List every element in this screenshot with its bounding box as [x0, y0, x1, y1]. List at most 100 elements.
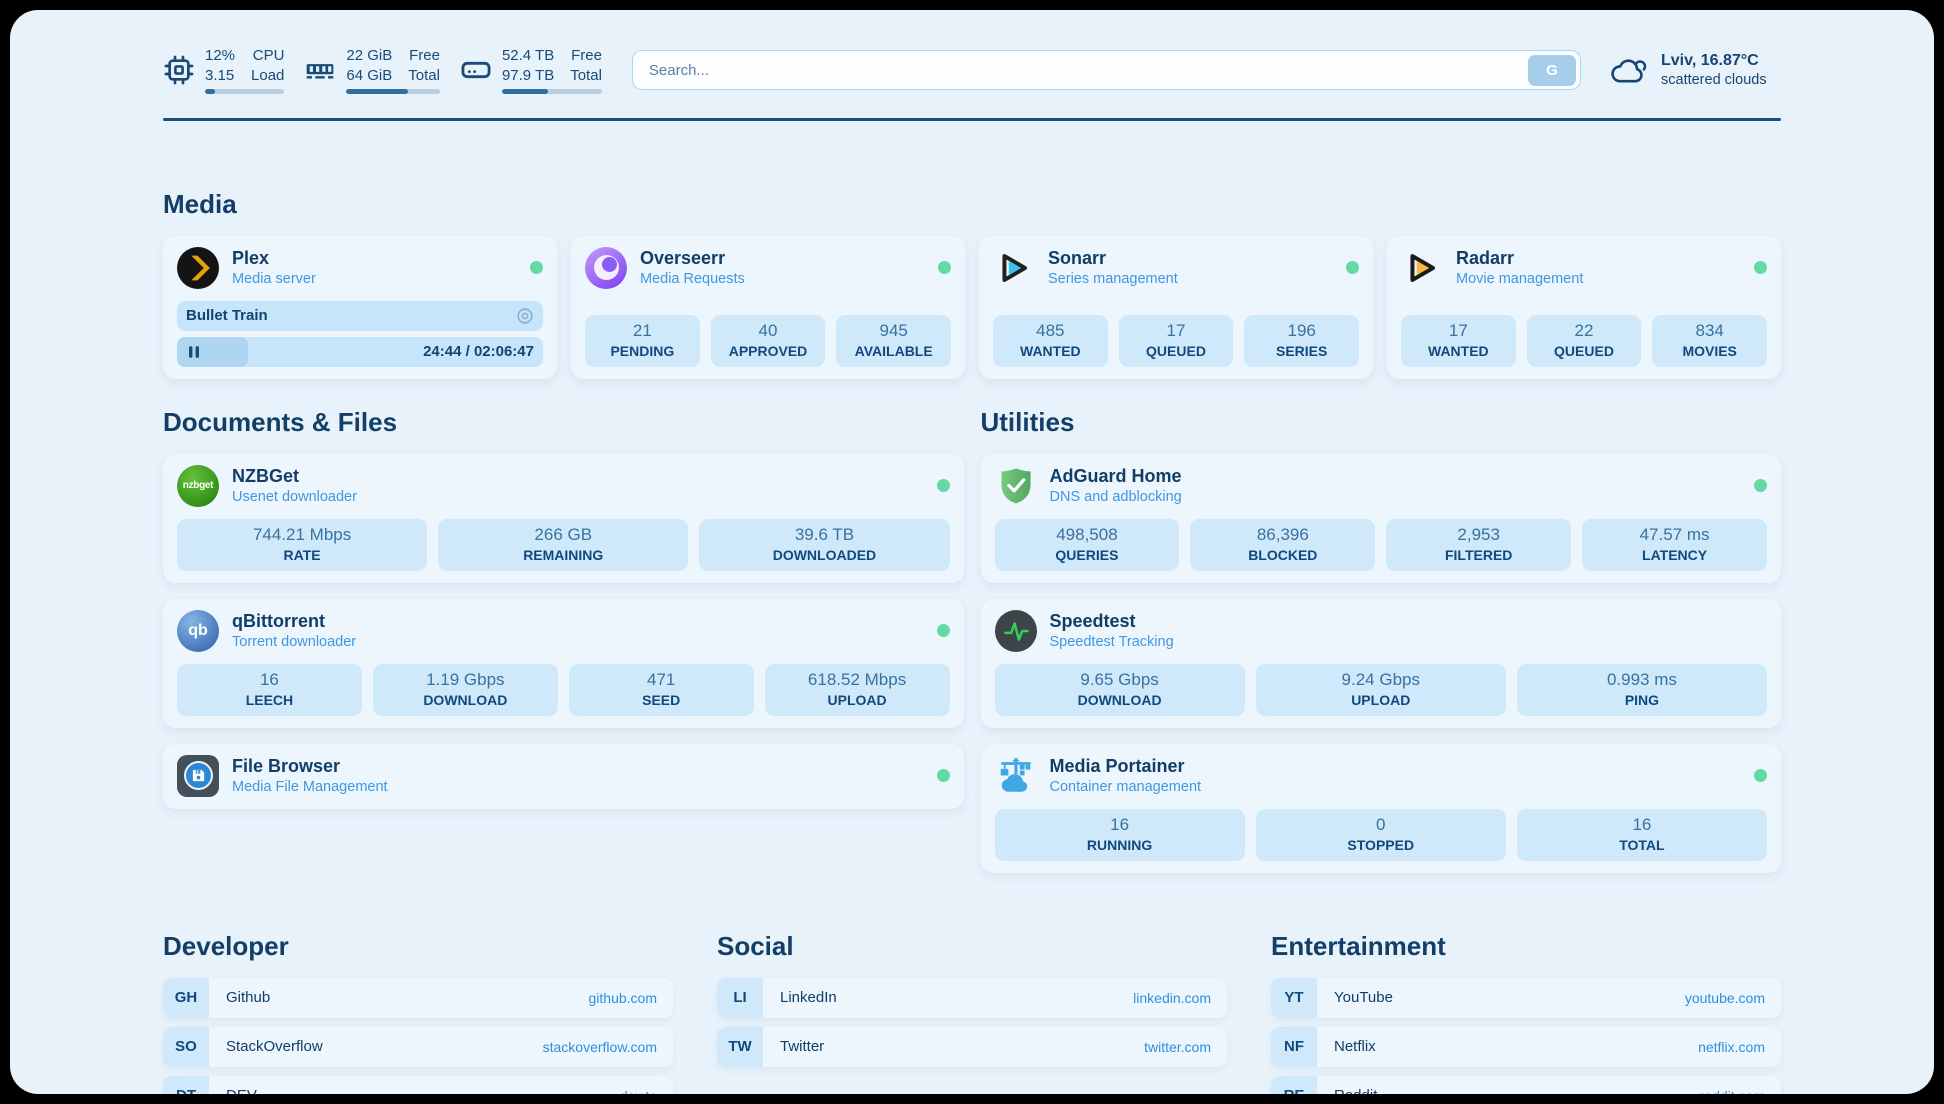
- link-dev[interactable]: DT DEV dev.to: [163, 1076, 673, 1095]
- stat-label: BLOCKED: [1194, 547, 1371, 563]
- app-title: NZBGet: [232, 466, 357, 487]
- stat-label: UPLOAD: [769, 692, 946, 708]
- link-url: reddit.com: [1700, 1088, 1765, 1095]
- overseerr-icon: [585, 247, 627, 289]
- app-title: Plex: [232, 248, 316, 269]
- pause-icon[interactable]: [186, 344, 202, 360]
- now-playing-title: Bullet Train: [186, 307, 268, 324]
- section-title-utilities: Utilities: [981, 407, 1782, 438]
- card-qbittorrent[interactable]: qb qBittorrent Torrent downloader 16 LEE…: [163, 599, 964, 728]
- section-title-developer: Developer: [163, 931, 673, 962]
- link-reddit[interactable]: RE Reddit reddit.com: [1271, 1076, 1781, 1095]
- stat-value: 40: [715, 321, 822, 340]
- stat-label: FILTERED: [1390, 547, 1567, 563]
- stat-value: 39.6 TB: [703, 525, 945, 544]
- card-sonarr[interactable]: Sonarr Series management 485 WANTED 17 Q…: [979, 236, 1373, 379]
- status-dot: [1754, 479, 1767, 492]
- stat-label: APPROVED: [715, 343, 822, 359]
- cpu-bar-fill: [205, 89, 215, 94]
- now-playing-row[interactable]: Bullet Train: [177, 301, 543, 331]
- card-overseerr[interactable]: Overseerr Media Requests 21 PENDING 40 A…: [571, 236, 965, 379]
- portainer-icon: [995, 755, 1037, 797]
- memory-free: 22 GiB: [346, 46, 392, 66]
- link-stackoverflow[interactable]: SO StackOverflow stackoverflow.com: [163, 1027, 673, 1067]
- app-title: Media Portainer: [1050, 756, 1202, 777]
- card-plex[interactable]: Plex Media server Bullet Train: [163, 236, 557, 379]
- stat-label: DOWNLOAD: [999, 692, 1241, 708]
- cpu-load: 3.15: [205, 66, 235, 86]
- cpu-icon: [163, 54, 195, 86]
- stat-label: TOTAL: [1521, 837, 1763, 853]
- app-title: AdGuard Home: [1050, 466, 1182, 487]
- stat-label: QUEUED: [1531, 343, 1638, 359]
- weather-widget[interactable]: Lviv, 16.87°C scattered clouds: [1609, 52, 1781, 88]
- stat-label: STOPPED: [1260, 837, 1502, 853]
- link-badge: TW: [717, 1027, 763, 1067]
- link-name: Github: [226, 989, 270, 1006]
- link-url: netflix.com: [1698, 1039, 1765, 1055]
- card-adguard[interactable]: AdGuard Home DNS and adblocking 498,508 …: [981, 454, 1782, 583]
- link-badge: SO: [163, 1027, 209, 1067]
- stat-value: 485: [997, 321, 1104, 340]
- link-youtube[interactable]: YT YouTube youtube.com: [1271, 978, 1781, 1018]
- stat-download: 1.19 Gbps DOWNLOAD: [373, 664, 558, 716]
- app-title: Radarr: [1456, 248, 1583, 269]
- stat-label: WANTED: [1405, 343, 1512, 359]
- stat-ping: 0.993 ms PING: [1517, 664, 1767, 716]
- speedtest-icon: [995, 610, 1037, 652]
- stat-upload: 9.24 Gbps UPLOAD: [1256, 664, 1506, 716]
- stat-label: LEECH: [181, 692, 358, 708]
- search-engine-button[interactable]: G: [1528, 55, 1576, 86]
- link-linkedin[interactable]: LI LinkedIn linkedin.com: [717, 978, 1227, 1018]
- stat-value: 2,953: [1390, 525, 1567, 544]
- weather-condition: scattered clouds: [1661, 72, 1767, 88]
- entertainment-column: Entertainment YT YouTube youtube.com NF …: [1271, 931, 1781, 1095]
- stat-queued: 17 QUEUED: [1119, 315, 1234, 367]
- stat-value: 17: [1123, 321, 1230, 340]
- stat-value: 16: [181, 670, 358, 689]
- stat-value: 16: [999, 815, 1241, 834]
- section-title-documents: Documents & Files: [163, 407, 964, 438]
- playback-progress[interactable]: 24:44 / 02:06:47: [177, 337, 543, 367]
- link-url: youtube.com: [1685, 990, 1765, 1006]
- storage-bar-fill: [502, 89, 548, 94]
- stat-value: 22: [1531, 321, 1638, 340]
- card-portainer[interactable]: Media Portainer Container management 16 …: [981, 744, 1782, 873]
- now-playing-icon[interactable]: [516, 307, 534, 325]
- stat-label: PENDING: [589, 343, 696, 359]
- card-radarr[interactable]: Radarr Movie management 17 WANTED 22 QUE…: [1387, 236, 1781, 379]
- link-github[interactable]: GH Github github.com: [163, 978, 673, 1018]
- section-title-media: Media: [163, 189, 1781, 220]
- link-badge: GH: [163, 978, 209, 1018]
- stat-remaining: 266 GB REMAINING: [438, 519, 688, 571]
- card-filebrowser[interactable]: File Browser Media File Management: [163, 744, 964, 809]
- stat-stopped: 0 STOPPED: [1256, 809, 1506, 861]
- weather-location: Lviv, 16.87°C: [1661, 52, 1767, 70]
- app-title: qBittorrent: [232, 611, 356, 632]
- stat-value: 16: [1521, 815, 1763, 834]
- link-name: StackOverflow: [226, 1038, 323, 1055]
- stat-label: RUNNING: [999, 837, 1241, 853]
- stat-rate: 744.21 Mbps RATE: [177, 519, 427, 571]
- stat-filtered: 2,953 FILTERED: [1386, 519, 1571, 571]
- card-speedtest[interactable]: Speedtest Speedtest Tracking 9.65 Gbps D…: [981, 599, 1782, 728]
- memory-bar: [346, 89, 440, 94]
- ram-icon: [304, 54, 336, 86]
- stat-leech: 16 LEECH: [177, 664, 362, 716]
- link-badge: DT: [163, 1076, 209, 1095]
- storage-bar: [502, 89, 602, 94]
- search-input[interactable]: [647, 61, 1528, 80]
- storage-free: 52.4 TB: [502, 46, 554, 66]
- stat-value: 618.52 Mbps: [769, 670, 946, 689]
- link-twitter[interactable]: TW Twitter twitter.com: [717, 1027, 1227, 1067]
- memory-widget: 22 GiB Free 64 GiB Total: [304, 46, 440, 94]
- card-nzbget[interactable]: nzbget NZBGet Usenet downloader 744.21 M…: [163, 454, 964, 583]
- link-netflix[interactable]: NF Netflix netflix.com: [1271, 1027, 1781, 1067]
- system-stats: 12% CPU 3.15 Load: [163, 46, 602, 94]
- link-name: Netflix: [1334, 1038, 1376, 1055]
- stat-pending: 21 PENDING: [585, 315, 700, 367]
- link-url: twitter.com: [1144, 1039, 1211, 1055]
- social-column: Social LI LinkedIn linkedin.com TW Twitt…: [717, 931, 1227, 1076]
- stat-value: 0.993 ms: [1521, 670, 1763, 689]
- link-url: dev.to: [620, 1088, 657, 1095]
